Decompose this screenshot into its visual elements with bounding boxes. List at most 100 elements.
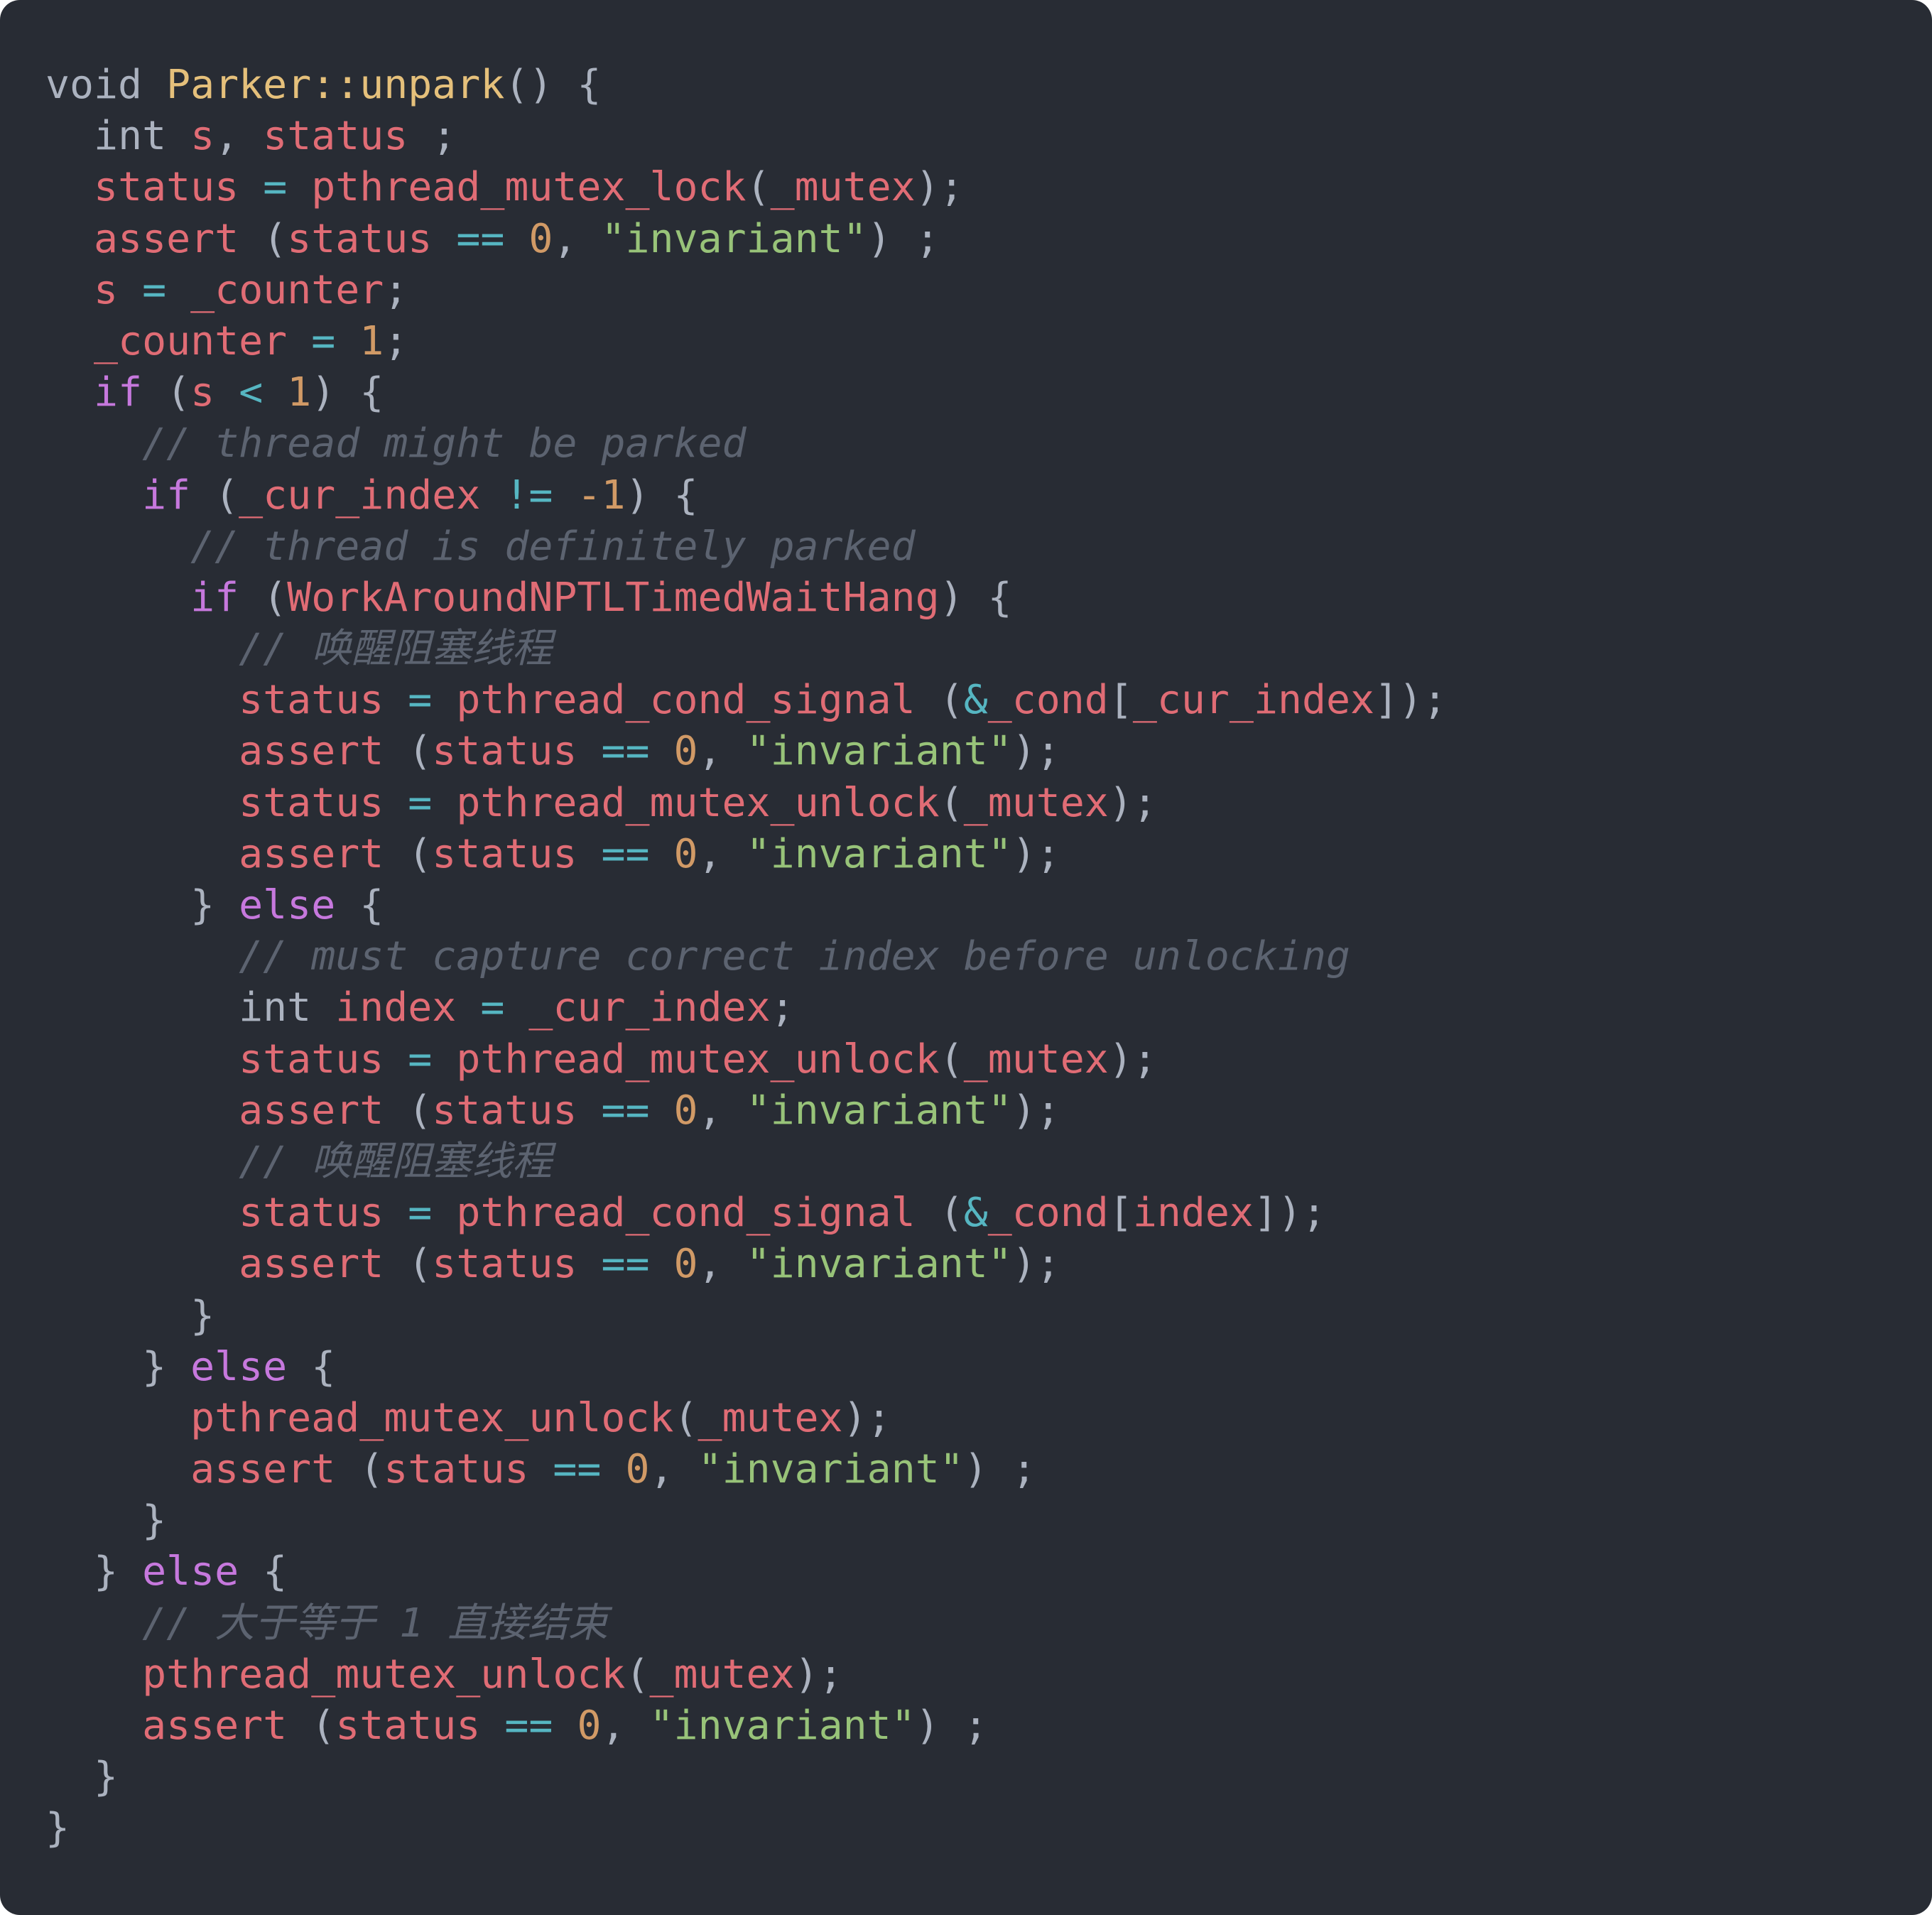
code-text: (: [239, 215, 288, 262]
code-text: );: [794, 1651, 843, 1698]
identifier-token: status: [239, 1036, 384, 1083]
number-token: 0: [625, 1446, 650, 1493]
code-line: void Parker::unpark() {: [45, 60, 1447, 111]
code-text: ) ;: [867, 215, 940, 262]
operator-token: ==: [601, 1241, 650, 1288]
comment-token: // 唤醒阻塞线程: [239, 1138, 553, 1185]
code-text: ) {: [625, 472, 698, 519]
code-line: status = pthread_mutex_unlock(_mutex);: [45, 1034, 1447, 1085]
type-token: void: [45, 62, 143, 108]
keyword-token: else: [239, 882, 336, 928]
code-line: int index = _cur_index;: [45, 982, 1447, 1034]
identifier-token: pthread_mutex_unlock: [190, 1394, 674, 1441]
code-line: int s, status ;: [45, 111, 1447, 162]
keyword-token: if: [94, 369, 143, 416]
code-text: );: [915, 164, 964, 211]
string-token: "invariant": [746, 728, 1012, 775]
code-line: status = pthread_cond_signal (&_cond[_cu…: [45, 675, 1447, 726]
code-text: }: [45, 1754, 119, 1801]
comment-token: // 大于等于 1 直接结束: [142, 1600, 609, 1647]
identifier-token: _mutex: [649, 1651, 795, 1698]
code-text: (: [939, 779, 964, 826]
code-text: ]);: [1253, 1190, 1327, 1237]
operator-token: =: [408, 677, 433, 724]
code-line: }: [45, 1495, 1447, 1546]
identifier-token: _mutex: [770, 164, 916, 211]
identifier-token: assert: [239, 1087, 384, 1134]
code-text: {: [335, 882, 384, 928]
code-text: (: [746, 164, 771, 211]
string-token: "invariant": [649, 1703, 916, 1749]
identifier-token: status: [432, 1087, 577, 1134]
code-text: }: [45, 1548, 143, 1595]
identifier-token: s: [190, 369, 215, 416]
identifier-token: status: [432, 1241, 577, 1288]
identifier-token: assert: [94, 215, 239, 262]
code-text: ,: [698, 830, 747, 877]
identifier-token: _mutex: [698, 1394, 843, 1441]
comment-token: // 唤醒阻塞线程: [239, 626, 553, 673]
code-line: // 大于等于 1 直接结束: [45, 1598, 1447, 1649]
code-text: {: [239, 1548, 288, 1595]
code-line: // thread might be parked: [45, 418, 1447, 470]
operator-token: =: [408, 1036, 433, 1083]
code-line: assert (status == 0, "invariant") ;: [45, 1700, 1447, 1752]
code-text: (: [142, 369, 191, 416]
code-text: );: [1011, 728, 1060, 775]
string-token: "invariant": [746, 1241, 1012, 1288]
number-token: 0: [577, 1703, 602, 1749]
number-token: 0: [673, 728, 698, 775]
code-line: assert (status == 0, "invariant") ;: [45, 1444, 1447, 1495]
code-text: ) ;: [963, 1446, 1036, 1493]
keyword-token: if: [190, 574, 239, 621]
code-text: );: [842, 1394, 891, 1441]
operator-token: =: [142, 266, 167, 313]
comment-token: // thread is definitely parked: [190, 523, 916, 570]
keyword-token: else: [190, 1343, 288, 1390]
code-text: ) {: [939, 574, 1012, 621]
code-text: [: [1108, 1190, 1133, 1237]
code-text: }: [45, 1805, 70, 1852]
identifier-token: pthread_mutex_unlock: [142, 1651, 626, 1698]
number-token: 0: [673, 1241, 698, 1288]
code-line: // 唤醒阻塞线程: [45, 1136, 1447, 1188]
string-token: "invariant": [601, 215, 867, 262]
code-text: ;: [408, 113, 457, 160]
code-text: ;: [770, 984, 795, 1031]
identifier-token: status: [94, 164, 239, 211]
code-line: status = pthread_mutex_lock(_mutex);: [45, 162, 1447, 213]
identifier-token: _cur_index: [239, 472, 481, 519]
code-text: );: [1108, 779, 1157, 826]
identifier-token: _mutex: [963, 779, 1109, 826]
code-line: assert (status == 0, "invariant");: [45, 1239, 1447, 1290]
operator-token: =: [311, 318, 336, 364]
number-token: 1: [359, 318, 384, 364]
code-text: (: [239, 574, 288, 621]
